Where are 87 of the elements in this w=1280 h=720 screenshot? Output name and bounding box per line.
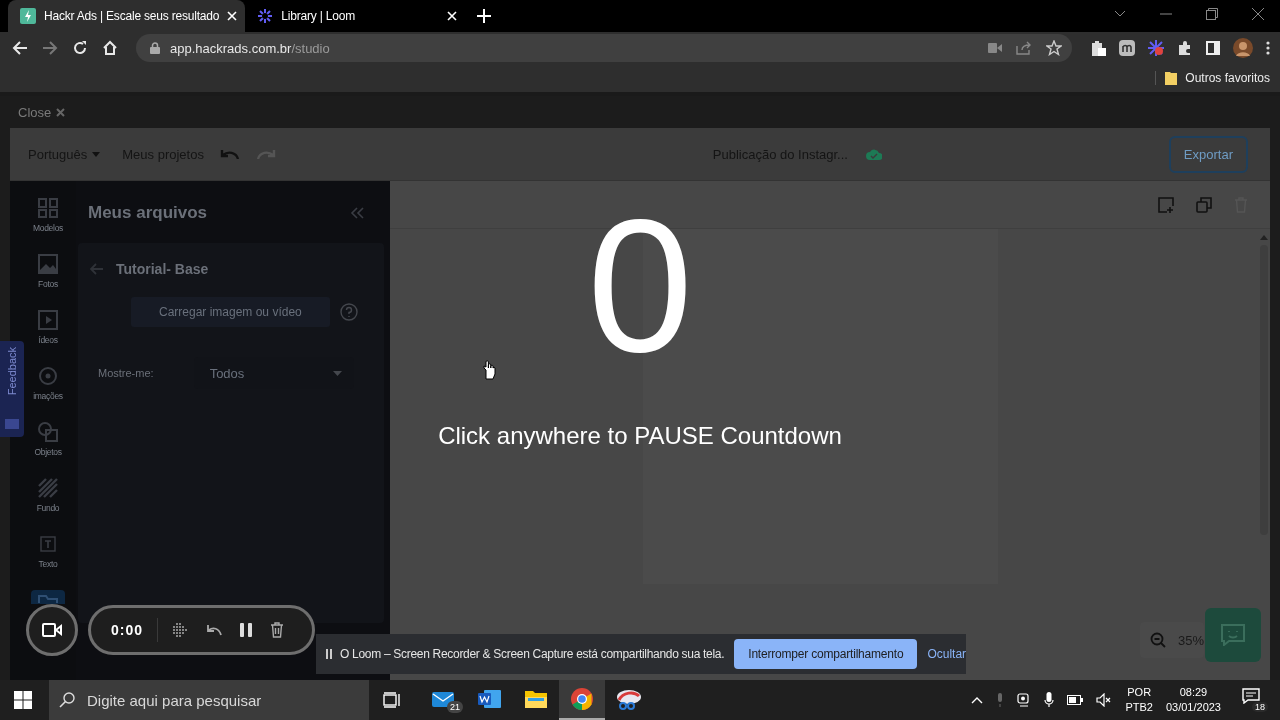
clock[interactable]: 08:29 03/01/2023 xyxy=(1165,685,1221,715)
countdown-message[interactable]: Click anywhere to PAUSE Countdown xyxy=(438,422,842,450)
camera-icon[interactable] xyxy=(988,43,1002,53)
stripes-icon xyxy=(38,478,58,498)
sidebar-item[interactable]: Texto xyxy=(31,534,65,576)
battery-icon[interactable] xyxy=(1067,695,1084,705)
home-icon[interactable] xyxy=(102,40,118,56)
back-icon[interactable] xyxy=(12,40,28,56)
share-icon[interactable] xyxy=(1016,41,1032,55)
avatar-icon[interactable] xyxy=(1233,38,1253,58)
starburst-icon xyxy=(257,8,274,24)
url-text: app.hackrads.com.br/studio xyxy=(170,40,330,56)
browser-tab[interactable]: Hackr Ads | Escale seus resultado xyxy=(8,0,246,32)
address-bar[interactable]: app.hackrads.com.br/studio xyxy=(136,34,1072,62)
sidebar-item[interactable]: Fotos xyxy=(31,254,65,296)
stop-sharing-button[interactable]: Interromper compartilhamento xyxy=(734,639,918,669)
clipboard-icon[interactable] xyxy=(1092,40,1106,56)
pause-icon xyxy=(326,649,332,659)
more-icon[interactable] xyxy=(1266,41,1270,55)
muted-speaker-icon[interactable] xyxy=(1096,693,1113,707)
cloud-check-icon xyxy=(865,148,882,160)
sidebar-item[interactable]: ídeos xyxy=(31,310,65,352)
text-box-icon xyxy=(38,534,58,554)
caret-icon xyxy=(332,370,342,376)
notification-text: O Loom – Screen Recorder & Screen Capture está compartilhando sua tela. xyxy=(340,647,725,661)
shapes-icon xyxy=(38,422,58,442)
sidebar-item[interactable]: Objetos xyxy=(31,422,65,464)
trash-icon[interactable] xyxy=(270,622,285,638)
ring-icon xyxy=(38,366,58,386)
filter-label: Mostre-me: xyxy=(98,367,154,379)
chat-icon xyxy=(1221,624,1245,646)
video-camera-icon xyxy=(42,623,62,637)
scroll-up-icon xyxy=(1260,235,1268,240)
zoom-out-icon xyxy=(1150,632,1166,648)
hide-link[interactable]: Ocultar xyxy=(927,647,967,661)
countdown-number[interactable]: 0 xyxy=(587,190,693,380)
play-icon xyxy=(38,310,58,330)
windows-icon[interactable] xyxy=(14,691,32,709)
forward-icon[interactable] xyxy=(42,40,58,56)
lock-icon xyxy=(150,42,160,54)
puzzle-icon[interactable] xyxy=(1177,40,1193,56)
hand-cursor-icon xyxy=(482,360,496,380)
undo-icon[interactable] xyxy=(206,624,223,636)
export-button[interactable]: Exportar xyxy=(1168,135,1248,173)
panel-title: Meus arquivos xyxy=(88,203,208,223)
webcam-icon[interactable] xyxy=(1017,693,1032,707)
feedback-tab[interactable]: Feedback xyxy=(0,341,24,437)
bookmark-folder[interactable]: Outros favoritos xyxy=(1155,71,1270,85)
caret-icon xyxy=(92,151,101,157)
side-panel-icon[interactable] xyxy=(1206,41,1220,55)
folder-icon[interactable] xyxy=(524,689,548,709)
new-tab-icon[interactable] xyxy=(477,9,492,23)
input-language[interactable]: POR PTB2 xyxy=(1125,685,1153,715)
close-icon xyxy=(56,107,66,117)
badge-count: 21 xyxy=(447,701,463,713)
browser-tab[interactable]: Library | Loom xyxy=(245,0,466,32)
sidebar-item[interactable]: imações xyxy=(31,366,65,408)
chevron-up-icon[interactable] xyxy=(971,696,984,704)
folder-name: Tutorial- Base xyxy=(116,261,209,277)
chrome-icon[interactable] xyxy=(570,687,594,711)
letter-m-icon[interactable] xyxy=(1119,40,1135,56)
reload-icon[interactable] xyxy=(72,40,88,56)
sidebar-item[interactable]: Fundo xyxy=(31,478,65,520)
sidebar-item[interactable]: Modelos xyxy=(31,198,65,240)
microphone-icon[interactable] xyxy=(1044,692,1055,708)
scissors-icon[interactable] xyxy=(614,688,642,710)
word-icon[interactable] xyxy=(478,689,502,709)
pause-icon[interactable] xyxy=(240,623,253,637)
folder-icon xyxy=(38,595,58,603)
search-field[interactable]: Digite aqui para pesquisar xyxy=(49,680,369,720)
notifications-button[interactable]: 18 xyxy=(1242,688,1268,712)
restore-icon[interactable] xyxy=(1206,8,1218,20)
grid-icon xyxy=(38,198,58,218)
bolt-icon xyxy=(20,8,36,24)
image-icon xyxy=(38,254,58,274)
task-view-icon[interactable] xyxy=(383,692,401,708)
search-icon xyxy=(59,692,75,708)
upload-button[interactable]: Carregar imagem ou vídeo xyxy=(131,297,330,327)
starburst-icon[interactable] xyxy=(1148,40,1164,56)
close-icon[interactable] xyxy=(1252,8,1264,20)
chevron-down-icon[interactable] xyxy=(1114,10,1126,18)
folder-icon xyxy=(1165,71,1178,85)
star-icon[interactable] xyxy=(1046,40,1062,56)
recording-timer: 0:00 xyxy=(111,622,144,638)
close-button[interactable]: Close xyxy=(18,104,66,120)
message-icon xyxy=(1242,688,1260,704)
dot-grid-icon[interactable] xyxy=(172,622,189,638)
